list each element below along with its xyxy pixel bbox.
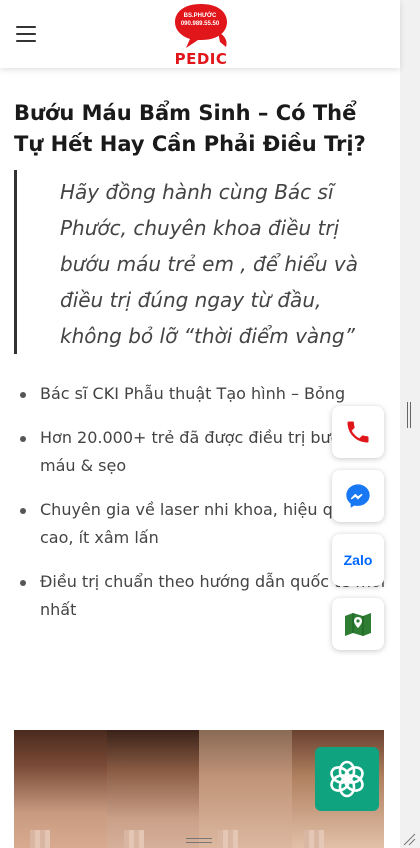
main-content: Bướu Máu Bẩm Sinh – Có Thể Tự Hết Hay Cầ… xyxy=(0,68,400,848)
site-header: BS.PHƯỚC 090.989.55.50 PEDIC xyxy=(0,0,400,68)
corner-resize-icon[interactable] xyxy=(402,832,416,846)
phone-icon xyxy=(347,421,369,443)
site-logo[interactable]: BS.PHƯỚC 090.989.55.50 PEDIC xyxy=(170,2,232,68)
privacy-blur xyxy=(218,830,238,848)
resize-grip[interactable] xyxy=(186,838,212,846)
intro-quote: Hãy đồng hành cùng Bác sĩ Phước, chuyên … xyxy=(14,170,384,354)
privacy-blur xyxy=(124,830,144,848)
messenger-button[interactable] xyxy=(332,470,384,522)
zalo-button[interactable]: Zalo xyxy=(332,534,384,586)
patient-photo xyxy=(106,730,199,848)
hamburger-icon[interactable] xyxy=(16,26,36,42)
list-item: Bác sĩ CKI Phẫu thuật Tạo hình – Bỏng xyxy=(20,380,390,408)
privacy-blur xyxy=(304,830,324,848)
messenger-icon xyxy=(346,484,370,508)
patient-photo xyxy=(14,730,107,848)
map-icon xyxy=(345,613,371,636)
logo-name: PEDIC xyxy=(174,50,228,68)
scrollbar-handle[interactable] xyxy=(407,402,411,428)
patient-photo xyxy=(199,730,292,848)
zalo-label: Zalo xyxy=(343,552,373,568)
call-button[interactable] xyxy=(332,406,384,458)
privacy-blur xyxy=(30,830,50,848)
chatgpt-icon xyxy=(330,760,364,798)
logo-bubble-text: BS.PHƯỚC 090.989.55.50 xyxy=(180,13,220,27)
map-button[interactable] xyxy=(332,598,384,650)
page-title: Bướu Máu Bẩm Sinh – Có Thể Tự Hết Hay Cầ… xyxy=(14,101,366,156)
chatbot-button[interactable] xyxy=(315,747,379,811)
